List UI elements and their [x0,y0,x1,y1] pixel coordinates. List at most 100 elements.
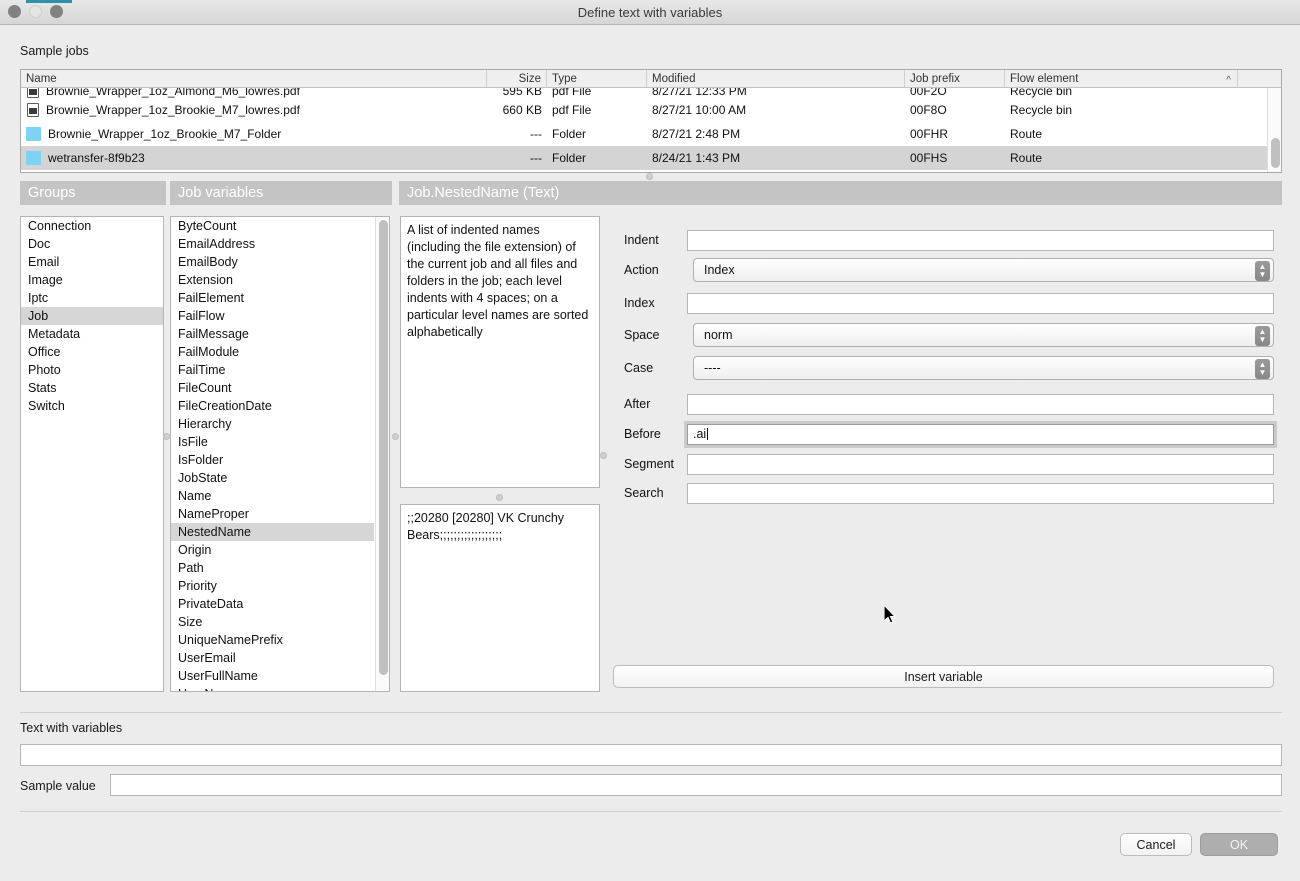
job-variable-list-item[interactable]: EmailAddress [171,235,374,253]
job-variable-list-item[interactable]: Name [171,487,374,505]
table-vertical-scrollbar[interactable] [1267,88,1281,172]
splitter-handle-description[interactable] [496,494,503,501]
group-list-item[interactable]: Connection [21,217,163,235]
input-before[interactable]: .ai [687,424,1274,445]
job-variables-scrollbar[interactable] [375,217,389,691]
column-header-flow-element[interactable]: Flow element ^ [1005,70,1238,87]
job-variable-list-item[interactable]: Extension [171,271,374,289]
job-variables-scrollbar-thumb[interactable] [379,220,388,675]
chevron-updown-icon[interactable]: ▲ ▼ [1255,261,1270,281]
job-variable-list-item[interactable]: UserFullName [171,667,374,685]
group-list-item[interactable]: Metadata [21,325,163,343]
column-header-modified[interactable]: Modified [647,70,905,87]
job-variable-list-item[interactable]: IsFolder [171,451,374,469]
splitter-handle-detail[interactable] [600,452,607,459]
text-with-variables-label: Text with variables [20,721,123,735]
group-list-item[interactable]: Job [21,307,163,325]
cell-type: pdf File [552,88,592,98]
job-variable-list-item[interactable]: Origin [171,541,374,559]
column-header-size[interactable]: Size [487,70,547,87]
job-variable-list-item[interactable]: Hierarchy [171,415,374,433]
job-variable-list-item[interactable]: IsFile [171,433,374,451]
table-row[interactable]: wetransfer-8f9b23 --- Folder 8/24/21 1:4… [21,146,1281,170]
job-variable-list-item[interactable]: UniqueNamePrefix [171,631,374,649]
input-search[interactable] [687,483,1274,504]
sample-value-input[interactable] [110,774,1282,796]
job-variable-list-item[interactable]: FailElement [171,289,374,307]
cell-modified: 8/27/21 10:00 AM [652,103,747,117]
select-action-value: Index [704,263,735,277]
group-list-item[interactable]: Stats [21,379,163,397]
job-variable-list-item[interactable]: EmailBody [171,253,374,271]
job-variable-list-item[interactable]: FailFlow [171,307,374,325]
job-variable-list-item[interactable]: ByteCount [171,217,374,235]
detail-panel-header: Job.NestedName (Text) [399,181,1282,205]
field-row-action: Action Index ▲ ▼ [614,258,1274,288]
job-variable-list-item[interactable]: Size [171,613,374,631]
job-variable-list-item[interactable]: FailMessage [171,325,374,343]
field-row-search: Search [614,481,1274,507]
file-name: Brownie_Wrapper_1oz_Brookie_M7_lowres.pd… [46,103,300,117]
groups-list[interactable]: Connection Doc Email Image Iptc Job Metadata Of… [20,216,164,692]
job-variable-list-item[interactable]: FileCreationDate [171,397,374,415]
chevron-updown-icon[interactable]: ▲ ▼ [1255,359,1270,379]
ok-button[interactable]: OK [1200,833,1278,856]
job-variable-list-item[interactable]: FileCount [171,379,374,397]
group-list-item[interactable]: Office [21,343,163,361]
job-variable-list-item[interactable]: UserEmail [171,649,374,667]
splitter-handle-variables[interactable] [392,433,399,440]
select-space[interactable]: norm ▲ ▼ [693,323,1274,347]
group-list-item[interactable]: Photo [21,361,163,379]
group-list-item[interactable]: Email [21,253,163,271]
group-list-item[interactable]: Doc [21,235,163,253]
input-after[interactable] [687,394,1274,415]
folder-icon [26,127,41,141]
table-scrollbar-thumb[interactable] [1271,138,1280,168]
job-variable-list-item[interactable]: PrivateData [171,595,374,613]
cancel-button[interactable]: Cancel [1120,833,1192,856]
input-indent[interactable] [687,230,1274,251]
job-variable-list-item[interactable]: FailTime [171,361,374,379]
input-segment[interactable] [687,454,1274,475]
insert-variable-button[interactable]: Insert variable [613,665,1274,688]
column-header-type[interactable]: Type [547,70,647,87]
table-header-row[interactable]: Name Size Type Modified Job prefix Flow … [21,70,1281,88]
title-bar: Define text with variables [0,0,1300,25]
variable-description: A list of indented names (including the … [400,216,600,488]
variable-sample-value: ;;20280 [20280] VK Crunchy Bears;;;;;;;;… [400,504,600,692]
table-row[interactable]: Brownie_Wrapper_1oz_Almond_M6_lowres.pdf… [21,88,1281,98]
table-row[interactable]: Brownie_Wrapper_1oz_Brookie_M7_Folder --… [21,122,1281,146]
chevron-updown-icon[interactable]: ▲ ▼ [1255,326,1270,346]
job-variable-list-item[interactable]: Path [171,559,374,577]
job-variable-list-item[interactable]: JobState [171,469,374,487]
column-header-name[interactable]: Name [21,70,487,87]
cell-flow-element: Recycle bin [1010,88,1073,98]
field-row-after: After [614,392,1274,419]
input-index[interactable] [687,293,1274,314]
job-variables-list[interactable]: ByteCount EmailAddress EmailBody Extension F… [170,216,390,692]
table-row[interactable]: Brownie_Wrapper_1oz_Brookie_M7_lowres.pd… [21,98,1281,122]
cell-flow-element: Route [1010,151,1043,165]
select-action[interactable]: Index ▲ ▼ [693,258,1274,282]
cell-size: 595 KB [502,88,542,98]
sample-jobs-table[interactable]: Name Size Type Modified Job prefix Flow … [20,69,1282,173]
select-case-value: ---- [704,361,721,375]
text-caret [707,428,709,440]
job-variable-list-item[interactable]: NameProper [171,505,374,523]
group-list-item[interactable]: Iptc [21,289,163,307]
field-row-index: Index [614,291,1274,320]
job-variable-list-item[interactable]: Priority [171,577,374,595]
cell-name: Brownie_Wrapper_1oz_Almond_M6_lowres.pdf [21,88,487,98]
job-variables-panel-header: Job variables [170,181,392,205]
job-variable-list-item[interactable]: UserName [171,685,374,691]
job-variable-list-item[interactable]: NestedName [171,523,374,541]
select-case[interactable]: ---- ▲ ▼ [693,356,1274,380]
job-variable-list-item[interactable]: FailModule [171,343,374,361]
group-list-item[interactable]: Image [21,271,163,289]
splitter-handle-groups[interactable] [163,433,170,440]
column-header-job-prefix[interactable]: Job prefix [905,70,1005,87]
text-with-variables-input[interactable] [20,744,1282,766]
group-list-item[interactable]: Switch [21,397,163,415]
field-row-before: Before .ai [614,422,1274,449]
splitter-handle-top[interactable] [646,173,653,180]
